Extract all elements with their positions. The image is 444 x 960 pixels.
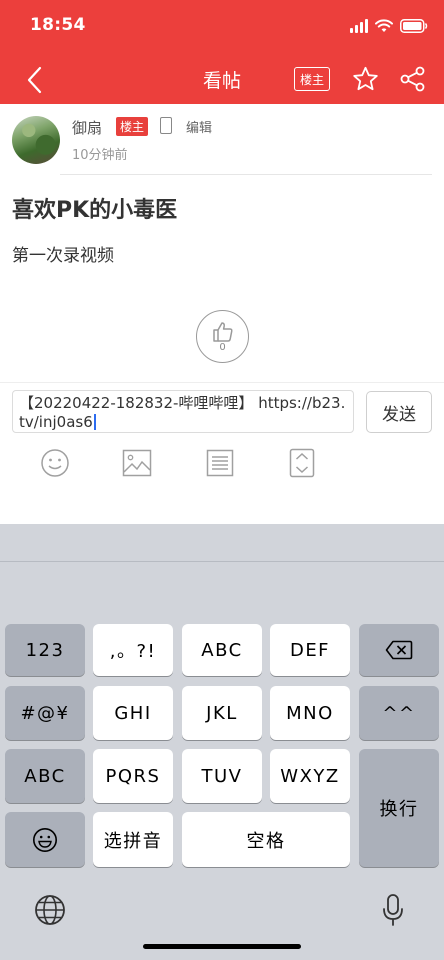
expand-button[interactable]	[285, 446, 319, 480]
author-name[interactable]: 御扇	[72, 117, 102, 138]
emoji-key[interactable]	[5, 812, 85, 867]
key-kaomoji[interactable]: ^^	[359, 686, 439, 740]
reply-input[interactable]: 【20220422-182832-哔哩哔哩】 https://b23.tv/in…	[12, 390, 354, 433]
composer-toolbar	[0, 438, 444, 488]
backspace-icon	[385, 640, 413, 660]
list-button[interactable]	[203, 446, 237, 480]
delete-key[interactable]	[359, 624, 439, 676]
status-time: 18:54	[30, 15, 86, 35]
emoji-keyboard-icon	[33, 827, 57, 852]
reply-input-text: 【20220422-182832-哔哩哔哩】 https://b23.tv/in…	[19, 394, 346, 431]
favorite-button[interactable]	[350, 64, 380, 94]
reply-composer: 【20220422-182832-哔哩哔哩】 https://b23.tv/in…	[0, 382, 444, 438]
battery-icon	[400, 19, 428, 33]
thumbs-up-icon	[212, 322, 233, 342]
key-tuv[interactable]: TUV	[182, 749, 262, 803]
globe-button[interactable]	[30, 890, 70, 930]
share-icon	[400, 66, 425, 92]
key-numbers[interactable]: 123	[5, 624, 85, 676]
wifi-icon	[375, 19, 393, 32]
key-punctuation[interactable]: ,。?!	[93, 624, 173, 676]
owner-badge: 楼主	[116, 117, 149, 136]
like-button[interactable]: 0	[196, 310, 249, 363]
share-button[interactable]	[398, 64, 428, 94]
key-abc[interactable]: ABC	[182, 624, 262, 676]
send-button[interactable]: 发送	[366, 391, 432, 433]
return-key[interactable]: 换行	[359, 749, 439, 867]
key-jkl[interactable]: JKL	[182, 686, 262, 740]
keyboard: 123 ,。?! ABC DEF #@¥ GHI JKL MNO ^^ ABC …	[0, 524, 444, 960]
post-body: 第一次录视频	[12, 246, 114, 266]
key-symbols[interactable]: #@¥	[5, 686, 85, 740]
globe-icon	[35, 895, 65, 925]
image-button[interactable]	[120, 446, 154, 480]
key-ghi[interactable]: GHI	[93, 686, 173, 740]
star-icon	[352, 66, 378, 91]
space-key[interactable]: 空格	[182, 812, 350, 867]
emoji-button[interactable]	[38, 446, 72, 480]
image-icon	[122, 449, 152, 477]
post-title: 喜欢PK的小毒医	[12, 198, 178, 223]
edit-link[interactable]: 编辑	[186, 117, 212, 136]
owner-only-toggle[interactable]: 楼主	[294, 67, 330, 91]
app-header: 18:54 看帖 楼主	[0, 0, 444, 104]
list-icon	[206, 449, 234, 477]
home-indicator	[143, 944, 301, 949]
phone-icon	[160, 117, 172, 134]
microphone-icon	[383, 894, 403, 926]
key-select-pinyin[interactable]: 选拼音	[93, 812, 173, 867]
text-caret	[93, 414, 96, 430]
expand-icon	[289, 448, 315, 478]
keyboard-divider	[0, 561, 444, 562]
dictation-button[interactable]	[373, 890, 413, 930]
key-english-mode[interactable]: ABC	[5, 749, 85, 803]
post-time: 10分钟前	[72, 148, 128, 163]
cellular-signal-icon	[350, 19, 368, 33]
key-def[interactable]: DEF	[270, 624, 350, 676]
status-icons	[350, 16, 428, 36]
key-pqrs[interactable]: PQRS	[93, 749, 173, 803]
smiley-icon	[41, 449, 69, 477]
divider	[60, 174, 432, 175]
key-mno[interactable]: MNO	[270, 686, 350, 740]
key-wxyz[interactable]: WXYZ	[270, 749, 350, 803]
author-row: 御扇 楼主 编辑 10分钟前	[12, 114, 432, 174]
avatar[interactable]	[12, 116, 60, 164]
like-count: 0	[219, 342, 226, 353]
